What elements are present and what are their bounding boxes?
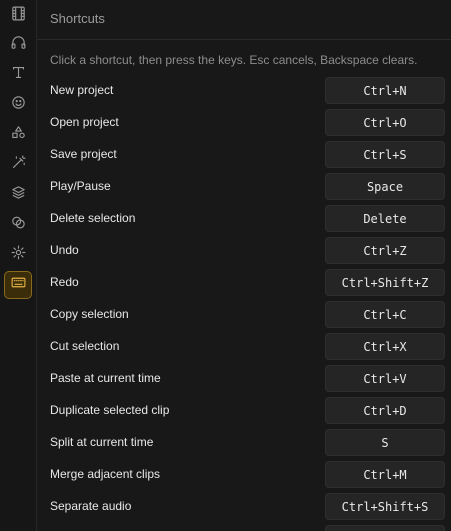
shortcut-key-button[interactable]: Space	[325, 173, 445, 200]
shortcut-row: Open project Ctrl+O	[37, 106, 451, 138]
sidebar-item-shortcuts[interactable]	[4, 271, 32, 299]
shortcut-label: Undo	[50, 243, 79, 257]
shortcut-key-button[interactable]: Ctrl+Shift+Z	[325, 269, 445, 296]
shortcut-label: Paste at current time	[50, 371, 161, 385]
shortcut-row: Save project Ctrl+S	[37, 138, 451, 170]
shortcut-row: Play/Pause Space	[37, 170, 451, 202]
shortcut-row: Cut selection Ctrl+X	[37, 330, 451, 362]
sidebar-item-transitions[interactable]	[4, 211, 32, 239]
shortcut-label: Play/Pause	[50, 179, 111, 193]
shortcut-row: Split at current time S	[37, 426, 451, 458]
shortcut-key-button[interactable]: Ctrl+S	[325, 141, 445, 168]
shortcut-key-button[interactable]: Ctrl+O	[325, 109, 445, 136]
shortcut-label: Save project	[50, 147, 117, 161]
shortcut-key-button[interactable]: Ctrl+V	[325, 365, 445, 392]
shapes-icon	[10, 124, 27, 146]
shortcut-key-button[interactable]: Ctrl+C	[325, 301, 445, 328]
shortcut-list: New project Ctrl+N Open project Ctrl+O S…	[37, 74, 451, 531]
shortcut-key-button[interactable]: Ctrl+X	[325, 333, 445, 360]
shortcut-key-button[interactable]: Delete	[325, 205, 445, 232]
layers-icon	[10, 184, 27, 206]
sidebar-item-stickers[interactable]	[4, 91, 32, 119]
smiley-icon	[10, 94, 27, 116]
keyboard-icon	[10, 274, 27, 296]
shortcut-row: Merge adjacent clips Ctrl+M	[37, 458, 451, 490]
magic-wand-icon	[10, 154, 27, 176]
shortcut-key-button[interactable]	[325, 525, 445, 531]
panel-header: Shortcuts	[37, 0, 451, 40]
shortcut-row: Undo Ctrl+Z	[37, 234, 451, 266]
sidebar-item-media[interactable]	[4, 2, 32, 30]
shortcut-row: Copy selection Ctrl+C	[37, 298, 451, 330]
shortcuts-hint: Click a shortcut, then press the keys. E…	[50, 53, 418, 67]
shortcut-row: Delete selection Delete	[37, 202, 451, 234]
shortcut-key-button[interactable]: Ctrl+N	[325, 77, 445, 104]
shortcut-label: Open project	[50, 115, 119, 129]
shortcut-key-button[interactable]: Ctrl+M	[325, 461, 445, 488]
shortcut-label: Copy selection	[50, 307, 129, 321]
shortcut-key-button[interactable]: S	[325, 429, 445, 456]
shortcut-row: Separate audio Ctrl+Shift+S	[37, 490, 451, 522]
shortcut-label: Redo	[50, 275, 79, 289]
shortcut-label: Delete selection	[50, 211, 136, 225]
overlap-icon	[10, 214, 27, 236]
shortcut-row	[37, 522, 451, 531]
shortcut-label: Merge adjacent clips	[50, 467, 161, 481]
shortcut-key-button[interactable]: Ctrl+Shift+S	[325, 493, 445, 520]
shortcut-row: Duplicate selected clip Ctrl+D	[37, 394, 451, 426]
sidebar-item-settings[interactable]	[4, 241, 32, 269]
film-icon	[10, 5, 27, 27]
shortcut-row: Paste at current time Ctrl+V	[37, 362, 451, 394]
shortcut-row: Redo Ctrl+Shift+Z	[37, 266, 451, 298]
sidebar-item-text[interactable]	[4, 61, 32, 89]
page-title: Shortcuts	[50, 11, 105, 26]
sidebar-item-layers[interactable]	[4, 181, 32, 209]
shortcut-label: Duplicate selected clip	[50, 403, 170, 417]
sidebar-item-effects[interactable]	[4, 151, 32, 179]
shortcut-label: New project	[50, 83, 114, 97]
shortcut-key-button[interactable]: Ctrl+D	[325, 397, 445, 424]
sidebar-rail	[0, 0, 37, 531]
headphones-icon	[10, 34, 27, 56]
gear-icon	[10, 244, 27, 266]
sidebar-item-shapes[interactable]	[4, 121, 32, 149]
sidebar-item-audio[interactable]	[4, 31, 32, 59]
shortcut-label: Split at current time	[50, 435, 154, 449]
app-window: Shortcuts Click a shortcut, then press t…	[0, 0, 451, 531]
shortcuts-panel: Shortcuts Click a shortcut, then press t…	[37, 0, 451, 531]
shortcut-key-button[interactable]: Ctrl+Z	[325, 237, 445, 264]
shortcut-label: Separate audio	[50, 499, 132, 513]
text-icon	[10, 64, 27, 86]
shortcut-label: Cut selection	[50, 339, 120, 353]
shortcut-row: New project Ctrl+N	[37, 74, 451, 106]
